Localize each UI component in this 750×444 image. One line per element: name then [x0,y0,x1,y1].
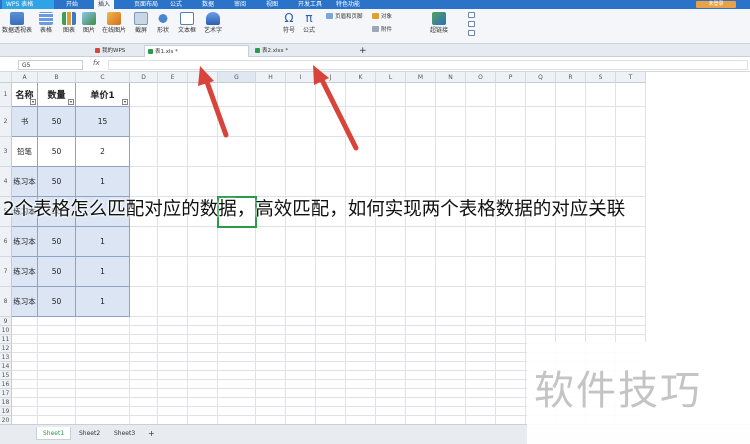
red-arrowhead-1 [198,66,214,86]
red-arrow-1 [204,79,229,138]
red-arrow-2 [319,77,359,151]
caption-text: 2个表格怎么匹配对应的数据，高效匹配，如何实现两个表格数据的对应关联 [3,199,626,220]
watermark: 软件技巧 [534,368,702,414]
